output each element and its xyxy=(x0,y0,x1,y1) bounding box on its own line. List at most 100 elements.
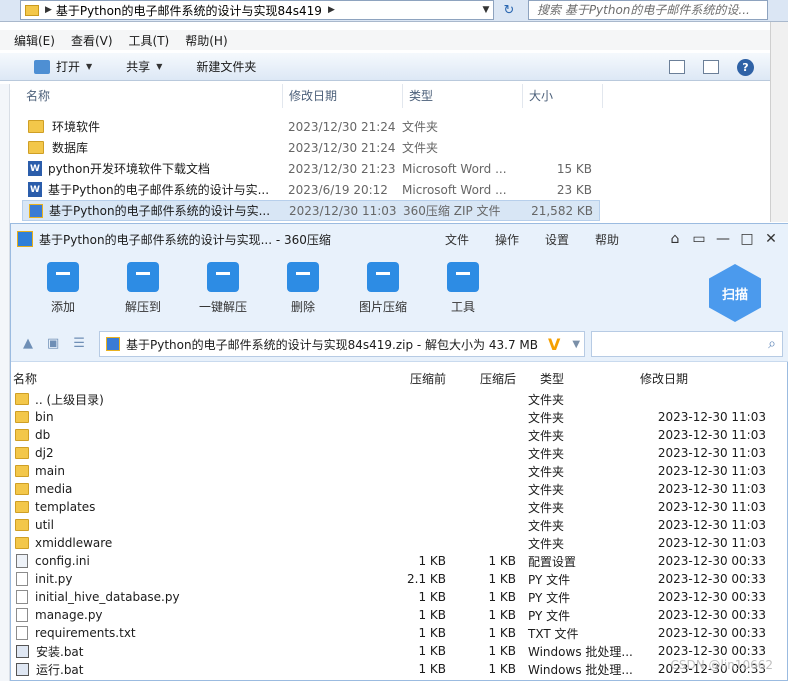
entry-date: 2023-12-30 11:03 xyxy=(657,428,766,442)
entry-type: 文件夹 xyxy=(528,392,565,407)
thumbnail-view-icon[interactable]: ▣ xyxy=(47,336,59,351)
zip-entry-row[interactable]: xmiddleware 文件夹 2023-12-30 11:03 xyxy=(11,534,788,552)
file-size: 21,582 KB xyxy=(531,203,593,218)
zip-entry-row[interactable]: config.ini 1 KB 1 KB 配置设置 2023-12-30 00:33 xyxy=(11,552,788,570)
zip-path-input[interactable]: 基于Python的电子邮件系统的设计与实现84s419.zip - 解包大小为 … xyxy=(99,331,585,357)
address-dropdown-button[interactable]: ▼ xyxy=(478,0,494,20)
column-type[interactable]: 类型 xyxy=(403,84,523,108)
zip-search-input[interactable]: ⌕ xyxy=(591,331,783,357)
entry-name: requirements.txt xyxy=(35,626,136,640)
zip-title-bar[interactable]: 基于Python的电子邮件系统的设计与实现... - 360压缩 文件 操作 设… xyxy=(11,224,788,254)
word-doc-icon: W xyxy=(28,161,42,176)
entry-date: 2023-12-30 00:33 xyxy=(657,626,766,640)
entry-name: manage.py xyxy=(35,608,103,622)
zip-entry-row[interactable]: util 文件夹 2023-12-30 11:03 xyxy=(11,516,788,534)
entry-type: TXT 文件 xyxy=(528,626,579,641)
command-bar: 打开 ▼ 共享 ▼ 新建文件夹 ? xyxy=(0,53,770,81)
zip-entry-row[interactable]: .. (上级目录) 文件夹 xyxy=(11,390,788,408)
chevron-down-icon: ▼ xyxy=(156,62,163,71)
entry-name: main xyxy=(35,464,65,478)
zip-col-date[interactable]: 修改日期 xyxy=(636,370,756,387)
one-click-extract-button[interactable]: 一键解压 xyxy=(183,262,263,315)
one-click-extract-label: 一键解压 xyxy=(198,300,247,314)
breadcrumb[interactable]: 基于Python的电子邮件系统的设计与实现84s419 xyxy=(56,2,322,19)
new-folder-button[interactable]: 新建文件夹 xyxy=(196,58,256,75)
feedback-icon[interactable]: ▭ xyxy=(687,231,711,247)
file-row[interactable]: W 基于Python的电子邮件系统的设计与实... 2023/6/19 20:12… xyxy=(22,179,600,200)
zip-entry-row[interactable]: bin 文件夹 2023-12-30 11:03 xyxy=(11,408,788,426)
address-bar[interactable]: ▶ 基于Python的电子邮件系统的设计与实现84s419 ▶ xyxy=(20,0,494,20)
search-input[interactable]: 搜索 基于Python的电子邮件系统的设... xyxy=(528,0,768,20)
window-controls: ⌂ ▭ — □ ✕ xyxy=(663,224,783,254)
column-size[interactable]: 大小 xyxy=(523,84,603,108)
share-button[interactable]: 共享 ▼ xyxy=(126,58,162,75)
column-name[interactable]: 名称 xyxy=(0,84,283,108)
chevron-down-icon[interactable]: ▼ xyxy=(572,339,580,350)
close-icon[interactable]: ✕ xyxy=(759,231,783,247)
refresh-icon[interactable]: ↻ xyxy=(498,1,520,19)
menu-edit[interactable]: 编辑(E) xyxy=(14,32,55,49)
column-date[interactable]: 修改日期 xyxy=(283,84,403,108)
entry-type: 文件夹 xyxy=(528,446,565,461)
open-button[interactable]: 打开 ▼ xyxy=(34,58,92,75)
zip-menu-settings[interactable]: 设置 xyxy=(545,231,569,248)
file-row[interactable]: 数据库 2023/12/30 21:24 文件夹 xyxy=(22,137,600,158)
help-icon[interactable]: ? xyxy=(737,58,754,76)
zip-col-after[interactable]: 压缩后 xyxy=(446,370,516,387)
zip-entry-row[interactable]: media 文件夹 2023-12-30 11:03 xyxy=(11,480,788,498)
zip-entry-row[interactable]: templates 文件夹 2023-12-30 11:03 xyxy=(11,498,788,516)
file-size: 15 KB xyxy=(556,161,592,176)
image-compress-button[interactable]: 图片压缩 xyxy=(343,262,423,315)
preview-pane-icon[interactable] xyxy=(703,60,719,74)
minimize-icon[interactable]: — xyxy=(711,231,735,247)
zip-entry-row[interactable]: dj2 文件夹 2023-12-30 11:03 xyxy=(11,444,788,462)
entry-name: xmiddleware xyxy=(35,536,113,550)
chevron-right-icon[interactable]: ▶ xyxy=(328,5,335,15)
menu-view[interactable]: 查看(V) xyxy=(71,32,113,49)
entry-type: 文件夹 xyxy=(528,482,565,497)
entry-date: 2023-12-30 00:33 xyxy=(657,572,766,586)
file-type: Microsoft Word ... xyxy=(402,161,507,176)
zip-entry-row[interactable]: initial_hive_database.py 1 KB 1 KB PY 文件 202… xyxy=(11,588,788,606)
image-compress-label: 图片压缩 xyxy=(358,300,407,314)
entry-name: .. (上级目录) xyxy=(35,392,104,407)
column-headers: 名称 修改日期 类型 大小 xyxy=(0,84,770,108)
view-options-icon[interactable] xyxy=(669,60,685,74)
zip-entry-row[interactable]: db 文件夹 2023-12-30 11:03 xyxy=(11,426,788,444)
menu-tools[interactable]: 工具(T) xyxy=(129,32,170,49)
file-name: 基于Python的电子邮件系统的设计与实... xyxy=(48,183,270,197)
zip-entry-row[interactable]: main 文件夹 2023-12-30 11:03 xyxy=(11,462,788,480)
zip-entry-row[interactable]: requirements.txt 1 KB 1 KB TXT 文件 2023-12-30… xyxy=(11,624,788,642)
scan-button[interactable]: 扫描 xyxy=(709,264,761,322)
open-label: 打开 xyxy=(56,60,81,74)
add-label: 添加 xyxy=(50,300,75,314)
zip-path-text: 基于Python的电子邮件系统的设计与实现84s419.zip - 解包大小为 … xyxy=(126,337,538,352)
chevron-right-icon[interactable]: ▶ xyxy=(45,5,52,15)
file-icon xyxy=(16,572,28,586)
list-view-icon[interactable]: ☰ xyxy=(73,336,85,351)
zip-menu-operate[interactable]: 操作 xyxy=(495,231,519,248)
extract-to-button[interactable]: 解压到 xyxy=(103,262,183,315)
left-window-edge xyxy=(0,84,10,681)
menu-help[interactable]: 帮助(H) xyxy=(185,32,227,49)
tools-button[interactable]: 工具 xyxy=(423,262,503,315)
zip-menu-file[interactable]: 文件 xyxy=(445,231,469,248)
zip-col-before[interactable]: 压缩前 xyxy=(371,370,446,387)
add-button[interactable]: 添加 xyxy=(23,262,103,315)
zip-menu-help[interactable]: 帮助 xyxy=(595,231,619,248)
new-folder-label: 新建文件夹 xyxy=(196,60,257,74)
up-arrow-icon[interactable]: ▲ xyxy=(23,336,33,351)
search-icon[interactable]: ⌕ xyxy=(768,336,776,352)
file-row[interactable]: Wpython开发环境软件下载文档 2023/12/30 21:23 Micro… xyxy=(22,158,600,179)
maximize-icon[interactable]: □ xyxy=(735,231,759,247)
file-row[interactable]: 环境软件 2023/12/30 21:24 文件夹 xyxy=(22,116,600,137)
skin-icon[interactable]: ⌂ xyxy=(663,231,687,247)
zip-entry-row[interactable]: manage.py 1 KB 1 KB PY 文件 2023-12-30 00:33 xyxy=(11,606,788,624)
zip-icon xyxy=(106,337,120,351)
zip-col-name[interactable]: 名称 xyxy=(11,370,371,387)
delete-button[interactable]: 删除 xyxy=(263,262,343,315)
file-row-selected[interactable]: 基于Python的电子邮件系统的设计与实... 2023/12/30 11:03… xyxy=(22,200,600,221)
zip-col-type[interactable]: 类型 xyxy=(516,370,636,387)
zip-menu: 文件 操作 设置 帮助 xyxy=(445,224,645,254)
zip-entry-row[interactable]: init.py 2.1 KB 1 KB PY 文件 2023-12-30 00:33 xyxy=(11,570,788,588)
